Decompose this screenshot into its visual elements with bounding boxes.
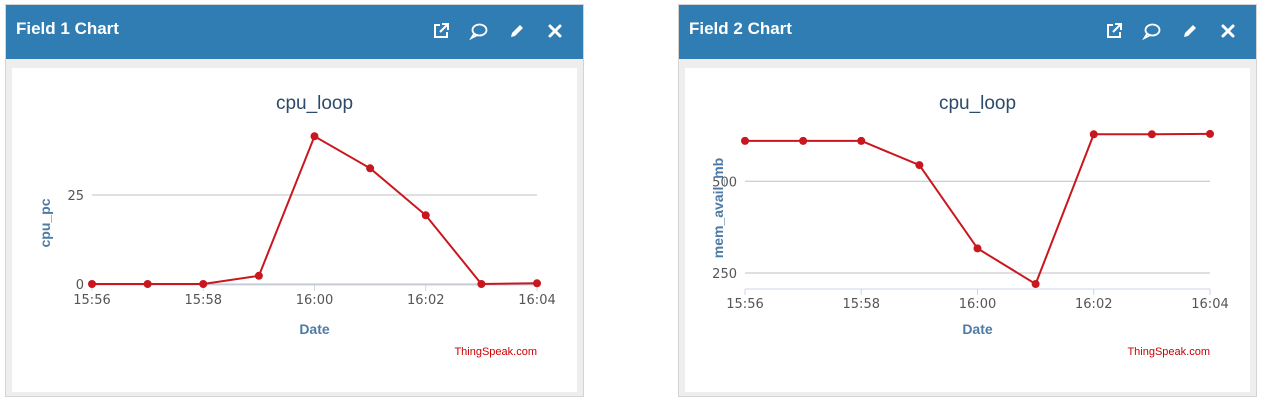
x-tick-label: 16:02: [1075, 297, 1112, 312]
chart-area: cpu_loop 250 500 15:56 15:58 16:00 16:02 16:04 D…: [685, 68, 1250, 392]
close-icon[interactable]: [545, 21, 565, 41]
x-axis-label: Date: [962, 321, 993, 337]
data-point[interactable]: [366, 164, 375, 173]
data-point[interactable]: [1031, 280, 1040, 289]
field-2-chart-panel: Field 2 Chart cpu_loop 250 500 15:56 15:58 16…: [678, 4, 1257, 397]
data-point[interactable]: [973, 244, 982, 253]
field-1-chart-panel: Field 1 Chart cpu_loop 0 25 15:56 15:58 16:00…: [5, 4, 584, 397]
comment-icon[interactable]: [1142, 21, 1162, 41]
popout-icon[interactable]: [1104, 21, 1124, 41]
data-point[interactable]: [915, 161, 924, 170]
x-tick-label: 16:00: [959, 297, 996, 312]
data-point[interactable]: [741, 136, 749, 145]
panel-title: Field 1 Chart: [16, 19, 119, 38]
series-line: [92, 134, 538, 286]
data-point[interactable]: [533, 279, 541, 288]
close-icon[interactable]: [1218, 21, 1238, 41]
chart-area: cpu_loop 0 25 15:56 15:58 16:00 16:02 16:04 Date…: [12, 68, 577, 392]
x-tick-label: 16:04: [1191, 297, 1228, 312]
data-point[interactable]: [143, 280, 152, 288]
data-point[interactable]: [254, 271, 263, 280]
y-tick-label: 250: [712, 267, 737, 282]
data-point[interactable]: [310, 132, 319, 141]
data-point[interactable]: [421, 211, 430, 220]
x-tick-label: 15:56: [726, 297, 763, 312]
panel-header: Field 2 Chart: [679, 5, 1256, 59]
x-tick-label: 16:00: [296, 293, 333, 308]
chart-svg: cpu_loop25050015:56 15:58 16:00 16:02 16:04D…: [710, 93, 1229, 358]
chart-title: cpu_loop: [276, 93, 353, 114]
x-tick-label: 15:58: [185, 293, 222, 308]
credit-link[interactable]: ThingSpeak.com: [454, 346, 537, 358]
data-point[interactable]: [199, 280, 208, 288]
chart-title: cpu_loop: [939, 93, 1016, 114]
x-tick-label: 15:58: [843, 297, 880, 312]
x-tick-label: 15:56: [73, 293, 110, 308]
data-point[interactable]: [477, 280, 486, 288]
series-line: [745, 132, 1211, 286]
x-tick-label: 16:02: [407, 293, 444, 308]
data-point[interactable]: [799, 136, 808, 145]
data-point[interactable]: [88, 280, 96, 288]
data-point[interactable]: [1147, 130, 1156, 139]
edit-icon[interactable]: [507, 21, 527, 41]
popout-icon[interactable]: [431, 21, 451, 41]
y-tick-label: 25: [67, 189, 84, 204]
y-tick-label: 0: [76, 278, 84, 293]
x-axis-label: Date: [299, 321, 330, 337]
chart-svg: cpu_loop 0 25 15:56 15:58 16:00 16:02 16:04 Date…: [37, 93, 556, 358]
data-point[interactable]: [1206, 129, 1214, 138]
comment-icon[interactable]: [469, 21, 489, 41]
edit-icon[interactable]: [1180, 21, 1200, 41]
credit-link[interactable]: ThingSpeak.com: [1127, 346, 1210, 358]
y-axis-label: cpu_pc: [37, 198, 53, 247]
data-point[interactable]: [857, 136, 866, 145]
panel-header: Field 1 Chart: [6, 5, 583, 59]
x-tick-label: 16:04: [518, 293, 555, 308]
y-axis-label: mem_avail_mb: [710, 158, 726, 258]
panel-title: Field 2 Chart: [689, 19, 792, 38]
data-point[interactable]: [1089, 130, 1098, 139]
